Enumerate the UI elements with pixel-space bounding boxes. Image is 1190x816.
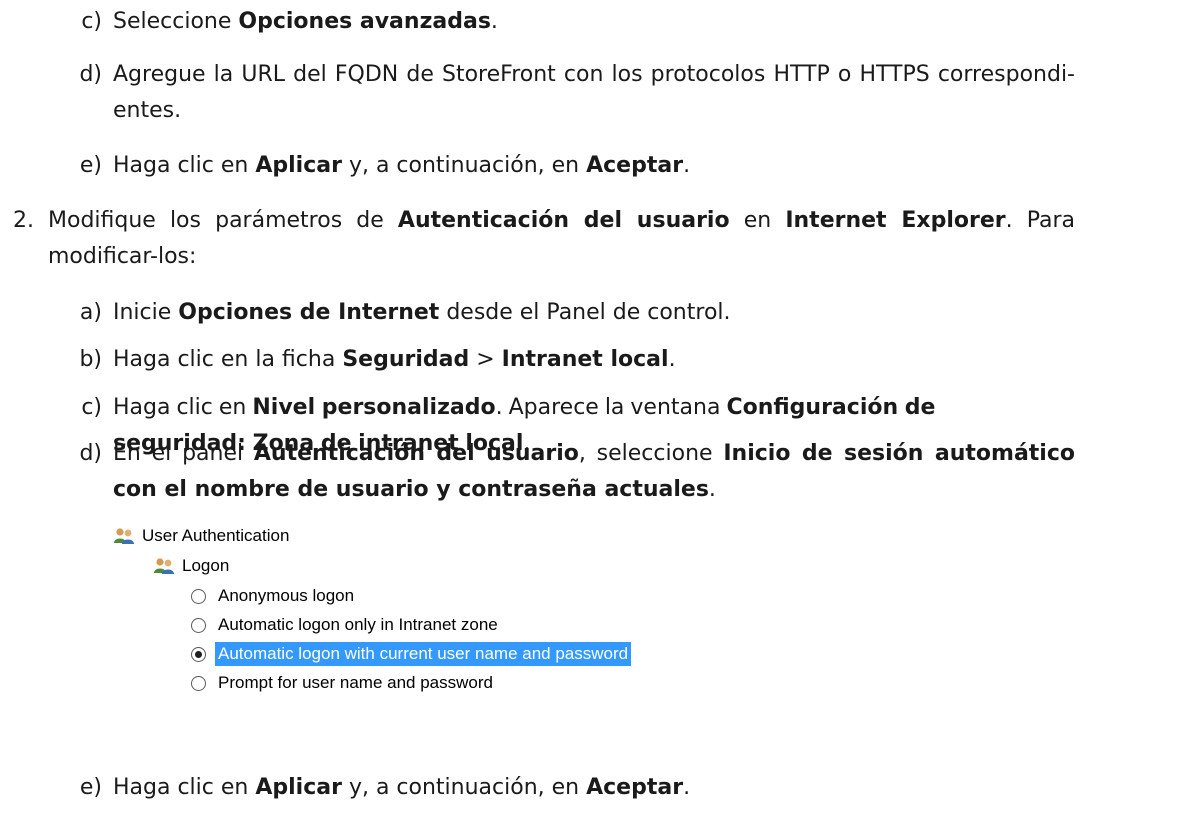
step-text: Agregue la URL del FQDN de StoreFront co… — [113, 62, 1075, 123]
document-page: c) Seleccione Opciones avanzadas. d) Agr… — [0, 0, 1190, 816]
option-label: Prompt for user name and password — [218, 673, 493, 692]
step-d-select-automatic-logon: d) En el panel Autenticación del usuario… — [0, 436, 1190, 516]
users-icon — [114, 528, 134, 544]
option-prompt-for-credentials[interactable]: Prompt for user name and password — [191, 671, 493, 695]
list-marker: d) — [79, 441, 102, 466]
list-marker: a) — [79, 300, 102, 325]
step-c-advanced-options: c) Seleccione Opciones avanzadas. — [0, 4, 1190, 40]
list-marker: d) — [79, 62, 102, 87]
radio-button-selected[interactable] — [191, 646, 206, 662]
option-label: Automatic logon with current user name a… — [215, 642, 632, 666]
option-label: Automatic logon only in Intranet zone — [218, 615, 498, 634]
tree-group-logon: Logon — [153, 554, 229, 578]
radio-button[interactable] — [191, 588, 206, 604]
list-marker: e) — [79, 153, 102, 178]
step-b-security-tab: b) Haga clic en la ficha Seguridad > Int… — [0, 342, 1190, 378]
radio-button[interactable] — [191, 675, 206, 691]
option-automatic-logon-intranet[interactable]: Automatic logon only in Intranet zone — [191, 613, 498, 637]
list-marker: c) — [81, 395, 102, 420]
step-text: Seleccione Opciones avanzadas. — [113, 9, 498, 34]
tree-root-user-authentication: User Authentication — [113, 524, 289, 548]
step-text: En el panel Autenticación del usuario, s… — [113, 441, 1076, 502]
step-d-add-url: d) Agregue la URL del FQDN de StoreFront… — [0, 57, 1190, 137]
option-anonymous-logon[interactable]: Anonymous logon — [191, 584, 354, 608]
step-text: Inicie Opciones de Internet desde el Pan… — [113, 300, 731, 325]
step-a-open-internet-options: a) Inicie Opciones de Internet desde el … — [0, 295, 1190, 331]
list-marker: c) — [81, 9, 102, 34]
step-text: Modifique los parámetros de Autenticació… — [48, 208, 1076, 269]
users-icon — [154, 558, 174, 574]
tree-root-label: User Authentication — [142, 526, 290, 545]
step-e-apply-final: e) Haga clic en Aplicar y, a continuació… — [0, 770, 1190, 806]
step-2-modify-authentication: 2. Modifique los parámetros de Autentica… — [0, 203, 1190, 283]
tree-group-label: Logon — [182, 556, 230, 575]
list-marker: b) — [79, 347, 102, 372]
step-e-apply: e) Haga clic en Aplicar y, a continuació… — [0, 148, 1190, 184]
list-marker: 2. — [13, 208, 34, 233]
option-automatic-logon-current-user[interactable]: Automatic logon with current user name a… — [191, 642, 632, 666]
step-text: Haga clic en Aplicar y, a continuación, … — [113, 775, 691, 800]
step-text: Haga clic en Aplicar y, a continuación, … — [113, 153, 691, 178]
list-marker: e) — [79, 775, 102, 800]
user-authentication-screenshot: User Authentication Logon Anonymous logo… — [113, 520, 813, 720]
step-text: Haga clic en la ficha Seguridad > Intran… — [113, 347, 676, 372]
radio-button[interactable] — [191, 617, 206, 633]
option-label: Anonymous logon — [218, 586, 355, 605]
